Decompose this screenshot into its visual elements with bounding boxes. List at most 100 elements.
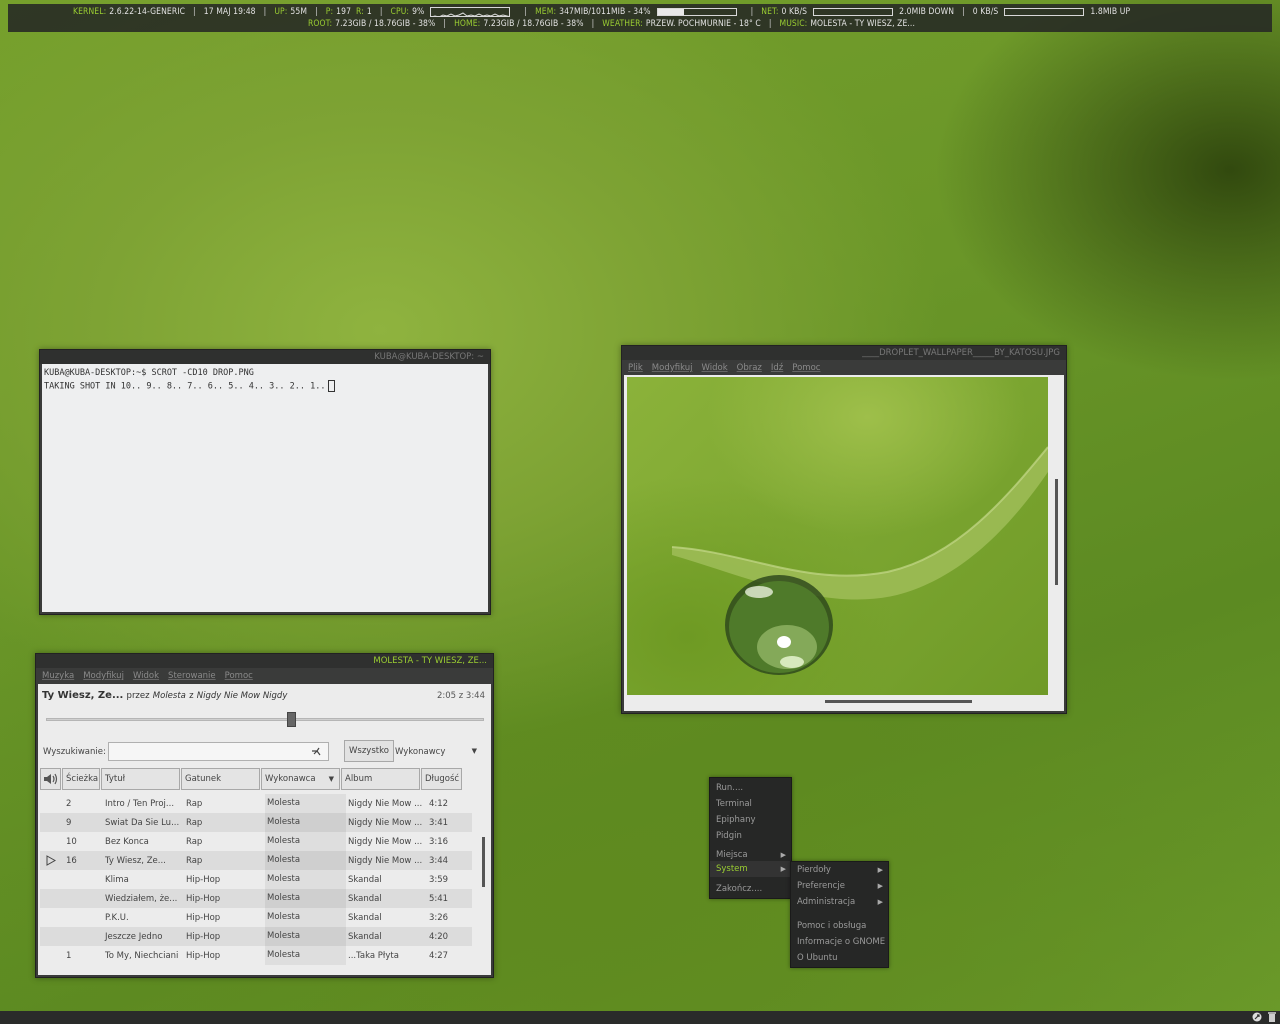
menu-item-pierdoly-label: Pierdoły: [797, 865, 831, 875]
menu-idz[interactable]: Idź: [771, 363, 783, 373]
now-playing-artist: Molesta: [152, 691, 186, 701]
terminal-window[interactable]: KUBA@KUBA-DESKTOP: ~ KUBA@KUBA-DESKTOP:~…: [39, 349, 491, 615]
up-total: 1.8MIB UP: [1090, 7, 1131, 17]
horizontal-scrollbar[interactable]: [825, 700, 972, 703]
menu-item-pidgin[interactable]: Pidgin: [710, 828, 791, 844]
search-label: Wyszukiwanie:: [43, 747, 106, 757]
seek-slider-handle[interactable]: [287, 712, 297, 727]
all-button[interactable]: Wszystko: [344, 740, 394, 762]
column-album[interactable]: Album: [341, 768, 420, 790]
search-input[interactable]: [108, 742, 329, 761]
menu-widok[interactable]: Widok: [702, 363, 728, 373]
separator: |: [768, 19, 772, 29]
kernel-label: KERNEL:: [73, 7, 107, 17]
track-length: 3:41: [429, 817, 449, 828]
menu-obraz[interactable]: Obraz: [737, 363, 762, 373]
cpu-graph-line: [433, 12, 510, 16]
menu-muzyka[interactable]: Muzyka: [42, 671, 74, 681]
vertical-scrollbar[interactable]: [1055, 479, 1058, 585]
trash-icon[interactable]: [1268, 1012, 1276, 1022]
browse-filter-value: Wykonawcy: [395, 747, 446, 757]
track-album: ...Taka Płyta: [348, 950, 399, 961]
menu-item-preferences[interactable]: Preferencje ▶: [791, 878, 888, 894]
viewer-titlebar[interactable]: ____DROPLET_WALLPAPER_____BY_KATOSU.JPG: [622, 346, 1066, 360]
menu-item-about-ubuntu[interactable]: O Ubuntu: [791, 950, 888, 966]
track-row[interactable]: 2 Intro / Ten Proj... Rap Molesta Nigdy Nie …: [40, 794, 472, 813]
droplet-photo: [627, 377, 1048, 695]
track-number: 1: [66, 950, 72, 961]
menu-item-administration[interactable]: Administracja ▶: [791, 894, 888, 910]
separator: |: [962, 7, 965, 17]
track-genre: Hip-Hop: [186, 912, 221, 923]
uptime-value: 55M: [290, 7, 308, 17]
track-list-scrollbar[interactable]: [482, 837, 485, 887]
track-genre: Hip-Hop: [186, 893, 221, 904]
track-title: P.K.U.: [105, 912, 129, 923]
viewer-canvas[interactable]: [624, 375, 1064, 711]
menu-item-places[interactable]: Miejsca ▶: [710, 850, 791, 861]
track-artist: Molesta: [265, 813, 346, 832]
column-genre[interactable]: Gatunek: [181, 768, 260, 790]
terminal-body[interactable]: KUBA@KUBA-DESKTOP:~$ SCROT -CD10 DROP.PN…: [42, 364, 488, 612]
now-playing-song: Ty Wiesz, Ze...: [42, 690, 124, 701]
clear-search-icon[interactable]: [311, 746, 322, 757]
track-row[interactable]: 1 To My, Niechciani Hip-Hop Molesta ...Taka …: [40, 946, 472, 965]
track-list[interactable]: 2 Intro / Ten Proj... Rap Molesta Nigdy Nie …: [40, 794, 472, 965]
root-value: 7.23GIB / 18.76GIB - 38%: [335, 19, 436, 29]
music-player-window[interactable]: MOLESTA - TY WIESZ, ZE... Muzyka Modyfik…: [35, 653, 494, 978]
column-artist[interactable]: Wykonawca ▼: [261, 768, 340, 790]
menu-sterowanie[interactable]: Sterowanie: [168, 671, 216, 681]
home-label: HOME:: [454, 19, 481, 29]
menu-item-terminal[interactable]: Terminal: [710, 796, 791, 812]
music-value: MOLESTA - TY WIESZ, ZE...: [810, 19, 915, 29]
cpu-graph: [430, 7, 511, 17]
separator: |: [315, 7, 318, 17]
column-playing[interactable]: [40, 768, 61, 790]
menu-pomoc[interactable]: Pomoc: [225, 671, 253, 681]
column-length[interactable]: Długość: [421, 768, 462, 790]
update-notifier-icon[interactable]: [1252, 1012, 1262, 1022]
column-title[interactable]: Tytuł: [101, 768, 180, 790]
image-viewer-window[interactable]: ____DROPLET_WALLPAPER_____BY_KATOSU.JPG …: [621, 345, 1067, 714]
uptime-label: UP:: [274, 7, 288, 17]
menu-item-pierdoly[interactable]: Pierdoły ▶: [791, 862, 888, 878]
mem-value: 347MIB/1011MIB - 34%: [559, 7, 651, 17]
viewer-title: ____DROPLET_WALLPAPER_____BY_KATOSU.JPG: [862, 348, 1060, 358]
track-album: Skandal: [348, 893, 382, 904]
chevron-right-icon: ▶: [780, 851, 786, 859]
bottom-panel: [0, 1011, 1280, 1024]
root-label: ROOT:: [308, 19, 333, 29]
menu-item-system[interactable]: System ▶: [710, 861, 791, 877]
track-length: 4:12: [429, 798, 449, 809]
track-row[interactable]: 16 Ty Wiesz, Ze... Rap Molesta Nigdy Nie Mow…: [40, 851, 472, 870]
track-row[interactable]: P.K.U. Hip-Hop Molesta Skandal 3:26: [40, 908, 472, 927]
track-row[interactable]: Wiedziałem, że... Hip-Hop Molesta Skandal 5:…: [40, 889, 472, 908]
track-row[interactable]: Klima Hip-Hop Molesta Skandal 3:59: [40, 870, 472, 889]
track-row[interactable]: 10 Bez Konca Rap Molesta Nigdy Nie Mow ... 3:…: [40, 832, 472, 851]
menu-item-about-gnome[interactable]: Informacje o GNOME: [791, 934, 888, 950]
track-row[interactable]: 9 Swiat Da Sie Lu... Rap Molesta Nigdy Nie M…: [40, 813, 472, 832]
menu-item-help[interactable]: Pomoc i obsługa: [791, 918, 888, 934]
menu-modyfikuj[interactable]: Modyfikuj: [83, 671, 124, 681]
track-title: Jeszcze Jedno: [105, 931, 163, 942]
menu-plik[interactable]: Plik: [628, 363, 643, 373]
browse-filter-select[interactable]: Wykonawcy ▼: [395, 747, 477, 757]
seek-slider[interactable]: [46, 712, 484, 727]
chevron-right-icon: ▶: [780, 865, 786, 873]
player-titlebar[interactable]: MOLESTA - TY WIESZ, ZE...: [36, 654, 493, 668]
menu-item-quit[interactable]: Zakończ....: [710, 881, 791, 897]
terminal-titlebar[interactable]: KUBA@KUBA-DESKTOP: ~: [40, 350, 490, 364]
menu-pomoc[interactable]: Pomoc: [792, 363, 820, 373]
menu-item-run[interactable]: Run....: [710, 780, 791, 796]
menu-item-epiphany[interactable]: Epiphany: [710, 812, 791, 828]
music-label: MUSIC:: [779, 19, 808, 29]
column-track[interactable]: Ścieżka: [62, 768, 100, 790]
chevron-right-icon: ▶: [877, 898, 883, 906]
track-row[interactable]: Jeszcze Jedno Hip-Hop Molesta Skandal 4:20: [40, 927, 472, 946]
mem-label: MEM:: [535, 7, 557, 17]
menu-widok[interactable]: Widok: [133, 671, 159, 681]
menu-modyfikuj[interactable]: Modyfikuj: [652, 363, 693, 373]
cpu-label: CPU:: [390, 7, 410, 17]
track-title: Wiedziałem, że...: [105, 893, 178, 904]
conky-row-1: KERNEL: 2.6.22-14-GENERIC | 17 MAJ 19:48…: [73, 7, 1130, 17]
